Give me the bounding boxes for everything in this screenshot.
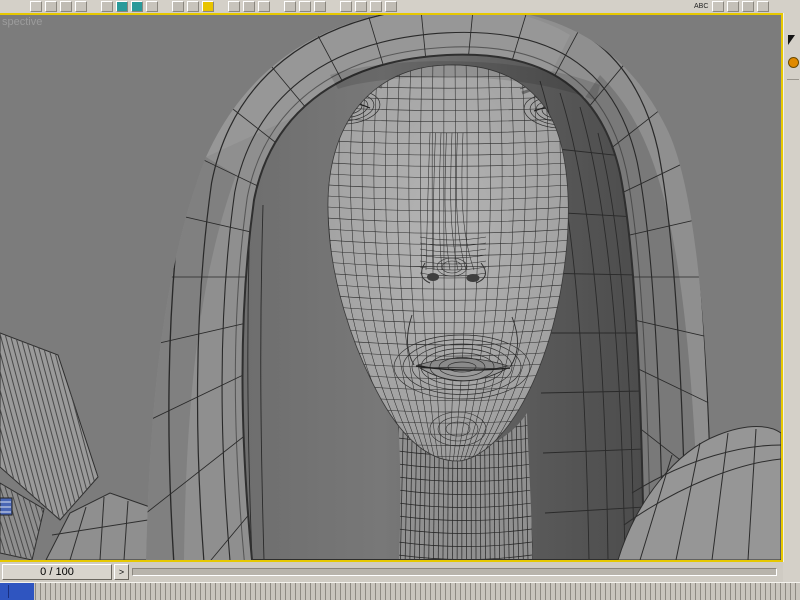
render-last-icon[interactable] [742, 1, 754, 12]
angle-snap-icon[interactable] [228, 1, 240, 12]
material-editor-icon[interactable] [370, 1, 382, 12]
layer-manager-icon[interactable] [314, 1, 326, 12]
panel-divider [787, 79, 799, 80]
align-icon[interactable] [299, 1, 311, 12]
render-frame-icon[interactable] [757, 1, 769, 12]
track-bar[interactable] [0, 582, 800, 600]
curve-editor-icon[interactable] [340, 1, 352, 12]
track-bar-selection[interactable] [0, 583, 34, 600]
time-slider-track[interactable] [132, 568, 777, 576]
reference-coordinate-icon[interactable] [146, 1, 158, 12]
cursor-icon[interactable] [788, 35, 795, 45]
toolbar-icon-group-right [712, 1, 769, 12]
select-object-icon[interactable] [30, 1, 42, 12]
3d-app-window: ABC spective 0 / 100 > [0, 0, 800, 600]
toolbar-icon-group [30, 1, 397, 12]
command-panel [783, 13, 800, 562]
select-and-manipulate-icon[interactable] [187, 1, 199, 12]
next-frame-button[interactable]: > [114, 564, 129, 580]
orange-circle-icon[interactable] [788, 57, 799, 68]
selection-region-icon[interactable] [60, 1, 72, 12]
selection-filter-icon[interactable] [75, 1, 87, 12]
main-toolbar: ABC [0, 0, 800, 14]
select-and-rotate-icon[interactable] [116, 1, 128, 12]
schematic-view-icon[interactable] [355, 1, 367, 12]
render-type-label: ABC [694, 3, 709, 10]
percent-snap-icon[interactable] [243, 1, 255, 12]
named-selection-sets-icon[interactable] [258, 1, 270, 12]
use-pivot-point-icon[interactable] [172, 1, 184, 12]
time-slider-button[interactable]: 0 / 100 [2, 564, 112, 580]
select-by-name-icon[interactable] [45, 1, 57, 12]
quick-render-icon[interactable] [727, 1, 739, 12]
render-type-icon[interactable] [712, 1, 724, 12]
viewport-label[interactable]: spective [2, 16, 42, 28]
render-setup-icon[interactable] [385, 1, 397, 12]
snap-toggle-icon[interactable] [202, 1, 214, 12]
perspective-viewport[interactable]: spective [0, 13, 783, 562]
select-and-scale-icon[interactable] [131, 1, 143, 12]
viewport-scene[interactable] [0, 15, 781, 560]
time-slider-row: 0 / 100 > [0, 562, 783, 582]
mirror-icon[interactable] [284, 1, 296, 12]
select-and-move-icon[interactable] [101, 1, 113, 12]
